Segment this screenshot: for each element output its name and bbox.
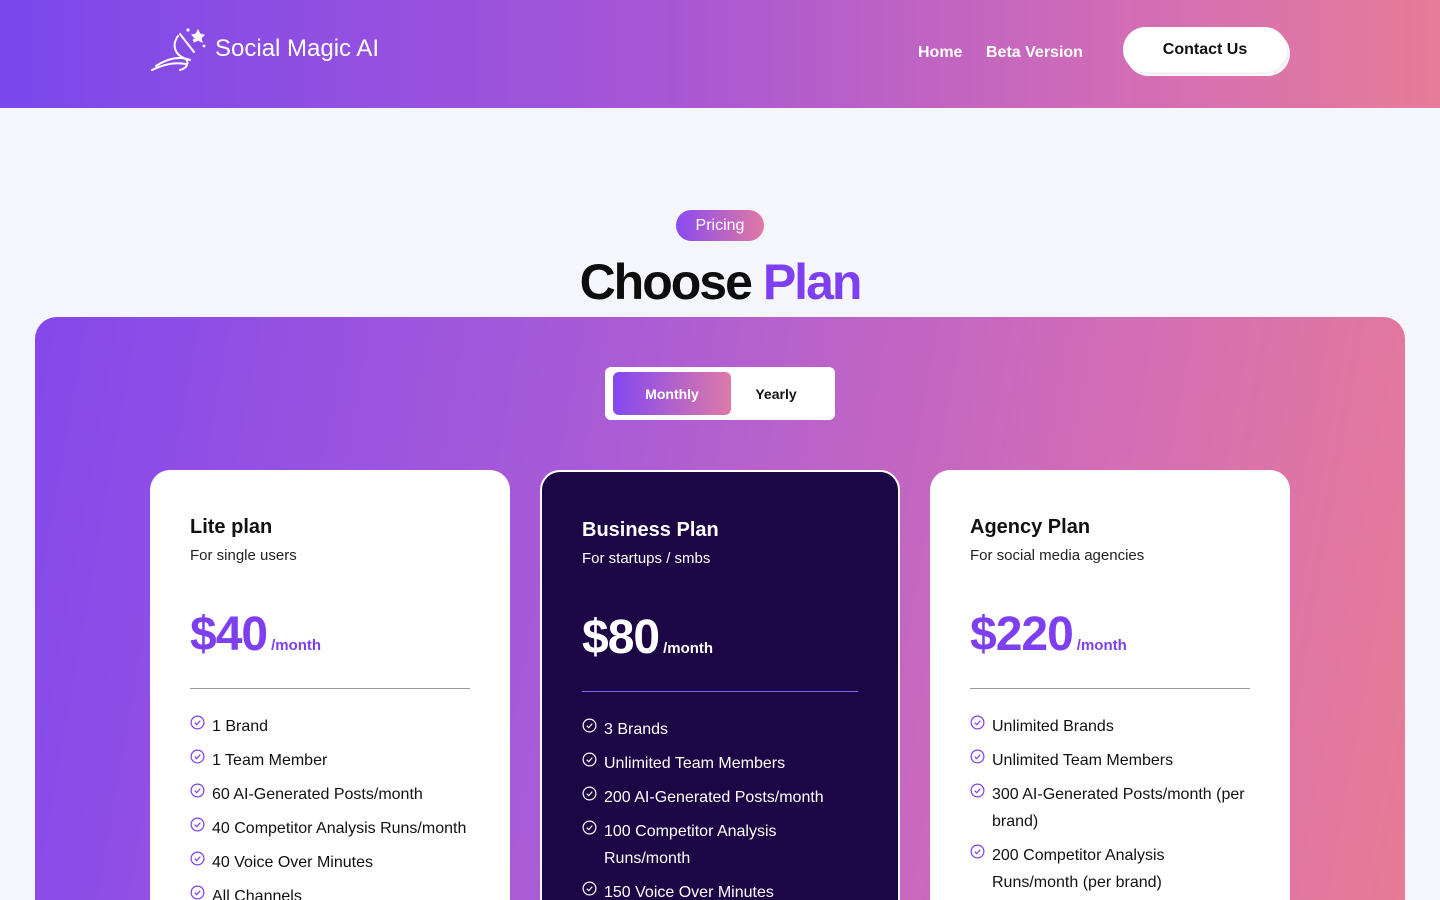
plan-subtitle: For startups / smbs <box>582 550 711 567</box>
plan-name: Lite plan <box>190 516 273 538</box>
title-accent: Plan <box>762 254 863 310</box>
check-circle-icon <box>582 881 597 896</box>
feature-text: 100 Competitor Analysis Runs/month <box>604 823 777 867</box>
check-circle-icon <box>970 749 985 764</box>
feature-text: Unlimited Team Members <box>992 752 1174 769</box>
check-circle-icon <box>190 817 205 832</box>
feature-list: 1 Brand 1 Team Member 60 AI-Generated Po… <box>190 713 470 900</box>
magic-wand-icon <box>151 28 206 71</box>
feature-text: 3 Brands <box>604 721 669 738</box>
plan-price: $80 <box>582 611 660 664</box>
billing-toggle: Monthly Yearly <box>605 367 835 420</box>
price-row: $80 /month <box>582 610 858 665</box>
check-circle-icon <box>190 783 205 798</box>
plan-period: /month <box>271 637 322 654</box>
brand-name: Social Magic AI <box>215 35 380 62</box>
site-header: Social Magic AI Home Beta Version Contac… <box>0 0 1440 108</box>
plan-period: /month <box>1076 637 1127 654</box>
price-row: $40 /month <box>190 607 470 662</box>
contact-us-button[interactable]: Contact Us <box>1123 27 1287 72</box>
brand-logo-link[interactable]: Social Magic AI <box>150 24 379 74</box>
check-circle-icon <box>582 718 597 733</box>
plan-period: /month <box>663 640 714 657</box>
plan-subtitle: For single users <box>190 547 297 564</box>
feature-item: 150 Voice Over Minutes <box>582 879 858 900</box>
page-title: Choose Plan <box>0 253 1440 311</box>
feature-text: 200 Competitor Analysis Runs/month (per … <box>992 847 1165 891</box>
feature-text: 60 AI-Generated Posts/month <box>212 786 423 803</box>
feature-item: 60 AI-Generated Posts/month <box>190 781 470 808</box>
plan-subtitle: For social media agencies <box>970 547 1145 564</box>
feature-item: 300 AI-Generated Posts/month (per brand) <box>970 781 1250 835</box>
plan-card-lite: Lite plan For single users $40 /month 1 … <box>150 470 510 900</box>
check-circle-icon <box>190 851 205 866</box>
divider <box>970 688 1250 689</box>
check-circle-icon <box>190 885 205 900</box>
plan-price: $220 <box>970 608 1074 661</box>
plan-card-agency: Agency Plan For social media agencies $2… <box>930 470 1290 900</box>
feature-text: 1 Team Member <box>212 752 328 769</box>
nav-link-beta-version[interactable]: Beta Version <box>986 44 1083 62</box>
feature-item: All Channels <box>190 883 470 900</box>
feature-item: 3 Brands <box>582 716 858 743</box>
pricing-badge: Pricing <box>676 210 764 241</box>
feature-text: 200 AI-Generated Posts/month <box>604 789 824 806</box>
toggle-yearly-button[interactable]: Yearly <box>731 372 821 415</box>
feature-item: Unlimited Brands <box>970 713 1250 740</box>
feature-item: 40 Competitor Analysis Runs/month <box>190 815 470 842</box>
feature-item: 200 Competitor Analysis Runs/month (per … <box>970 842 1250 896</box>
feature-text: All Channels <box>212 888 302 900</box>
feature-item: 100 Competitor Analysis Runs/month <box>582 818 858 872</box>
check-circle-icon <box>970 844 985 859</box>
divider <box>582 691 858 692</box>
feature-list: Unlimited Brands Unlimited Team Members … <box>970 713 1250 896</box>
check-circle-icon <box>970 715 985 730</box>
check-circle-icon <box>582 752 597 767</box>
check-circle-icon <box>190 749 205 764</box>
feature-item: 200 AI-Generated Posts/month <box>582 784 858 811</box>
divider <box>190 688 470 689</box>
check-circle-icon <box>190 715 205 730</box>
feature-item: 40 Voice Over Minutes <box>190 849 470 876</box>
nav-link-home[interactable]: Home <box>918 44 962 62</box>
feature-item: 1 Team Member <box>190 747 470 774</box>
plan-name: Agency Plan <box>970 516 1091 538</box>
feature-text: Unlimited Team Members <box>604 755 786 772</box>
plan-card-business: Business Plan For startups / smbs $80 /m… <box>540 470 900 900</box>
toggle-monthly-button[interactable]: Monthly <box>613 372 731 415</box>
feature-item: Unlimited Team Members <box>970 747 1250 774</box>
feature-text: 40 Competitor Analysis Runs/month <box>212 820 467 837</box>
feature-item: 1 Brand <box>190 713 470 740</box>
feature-text: Unlimited Brands <box>992 718 1114 735</box>
plan-price: $40 <box>190 608 268 661</box>
feature-text: 1 Brand <box>212 718 269 735</box>
title-main: Choose <box>579 254 753 310</box>
price-row: $220 /month <box>970 607 1250 662</box>
check-circle-icon <box>582 786 597 801</box>
feature-list: 3 Brands Unlimited Team Members 200 AI-G… <box>582 716 858 900</box>
check-circle-icon <box>970 783 985 798</box>
check-circle-icon <box>582 820 597 835</box>
plan-name: Business Plan <box>582 519 719 541</box>
feature-text: 40 Voice Over Minutes <box>212 854 373 871</box>
feature-text: 150 Voice Over Minutes <box>604 884 774 900</box>
feature-item: Unlimited Team Members <box>582 750 858 777</box>
feature-text: 300 AI-Generated Posts/month (per brand) <box>992 786 1245 830</box>
